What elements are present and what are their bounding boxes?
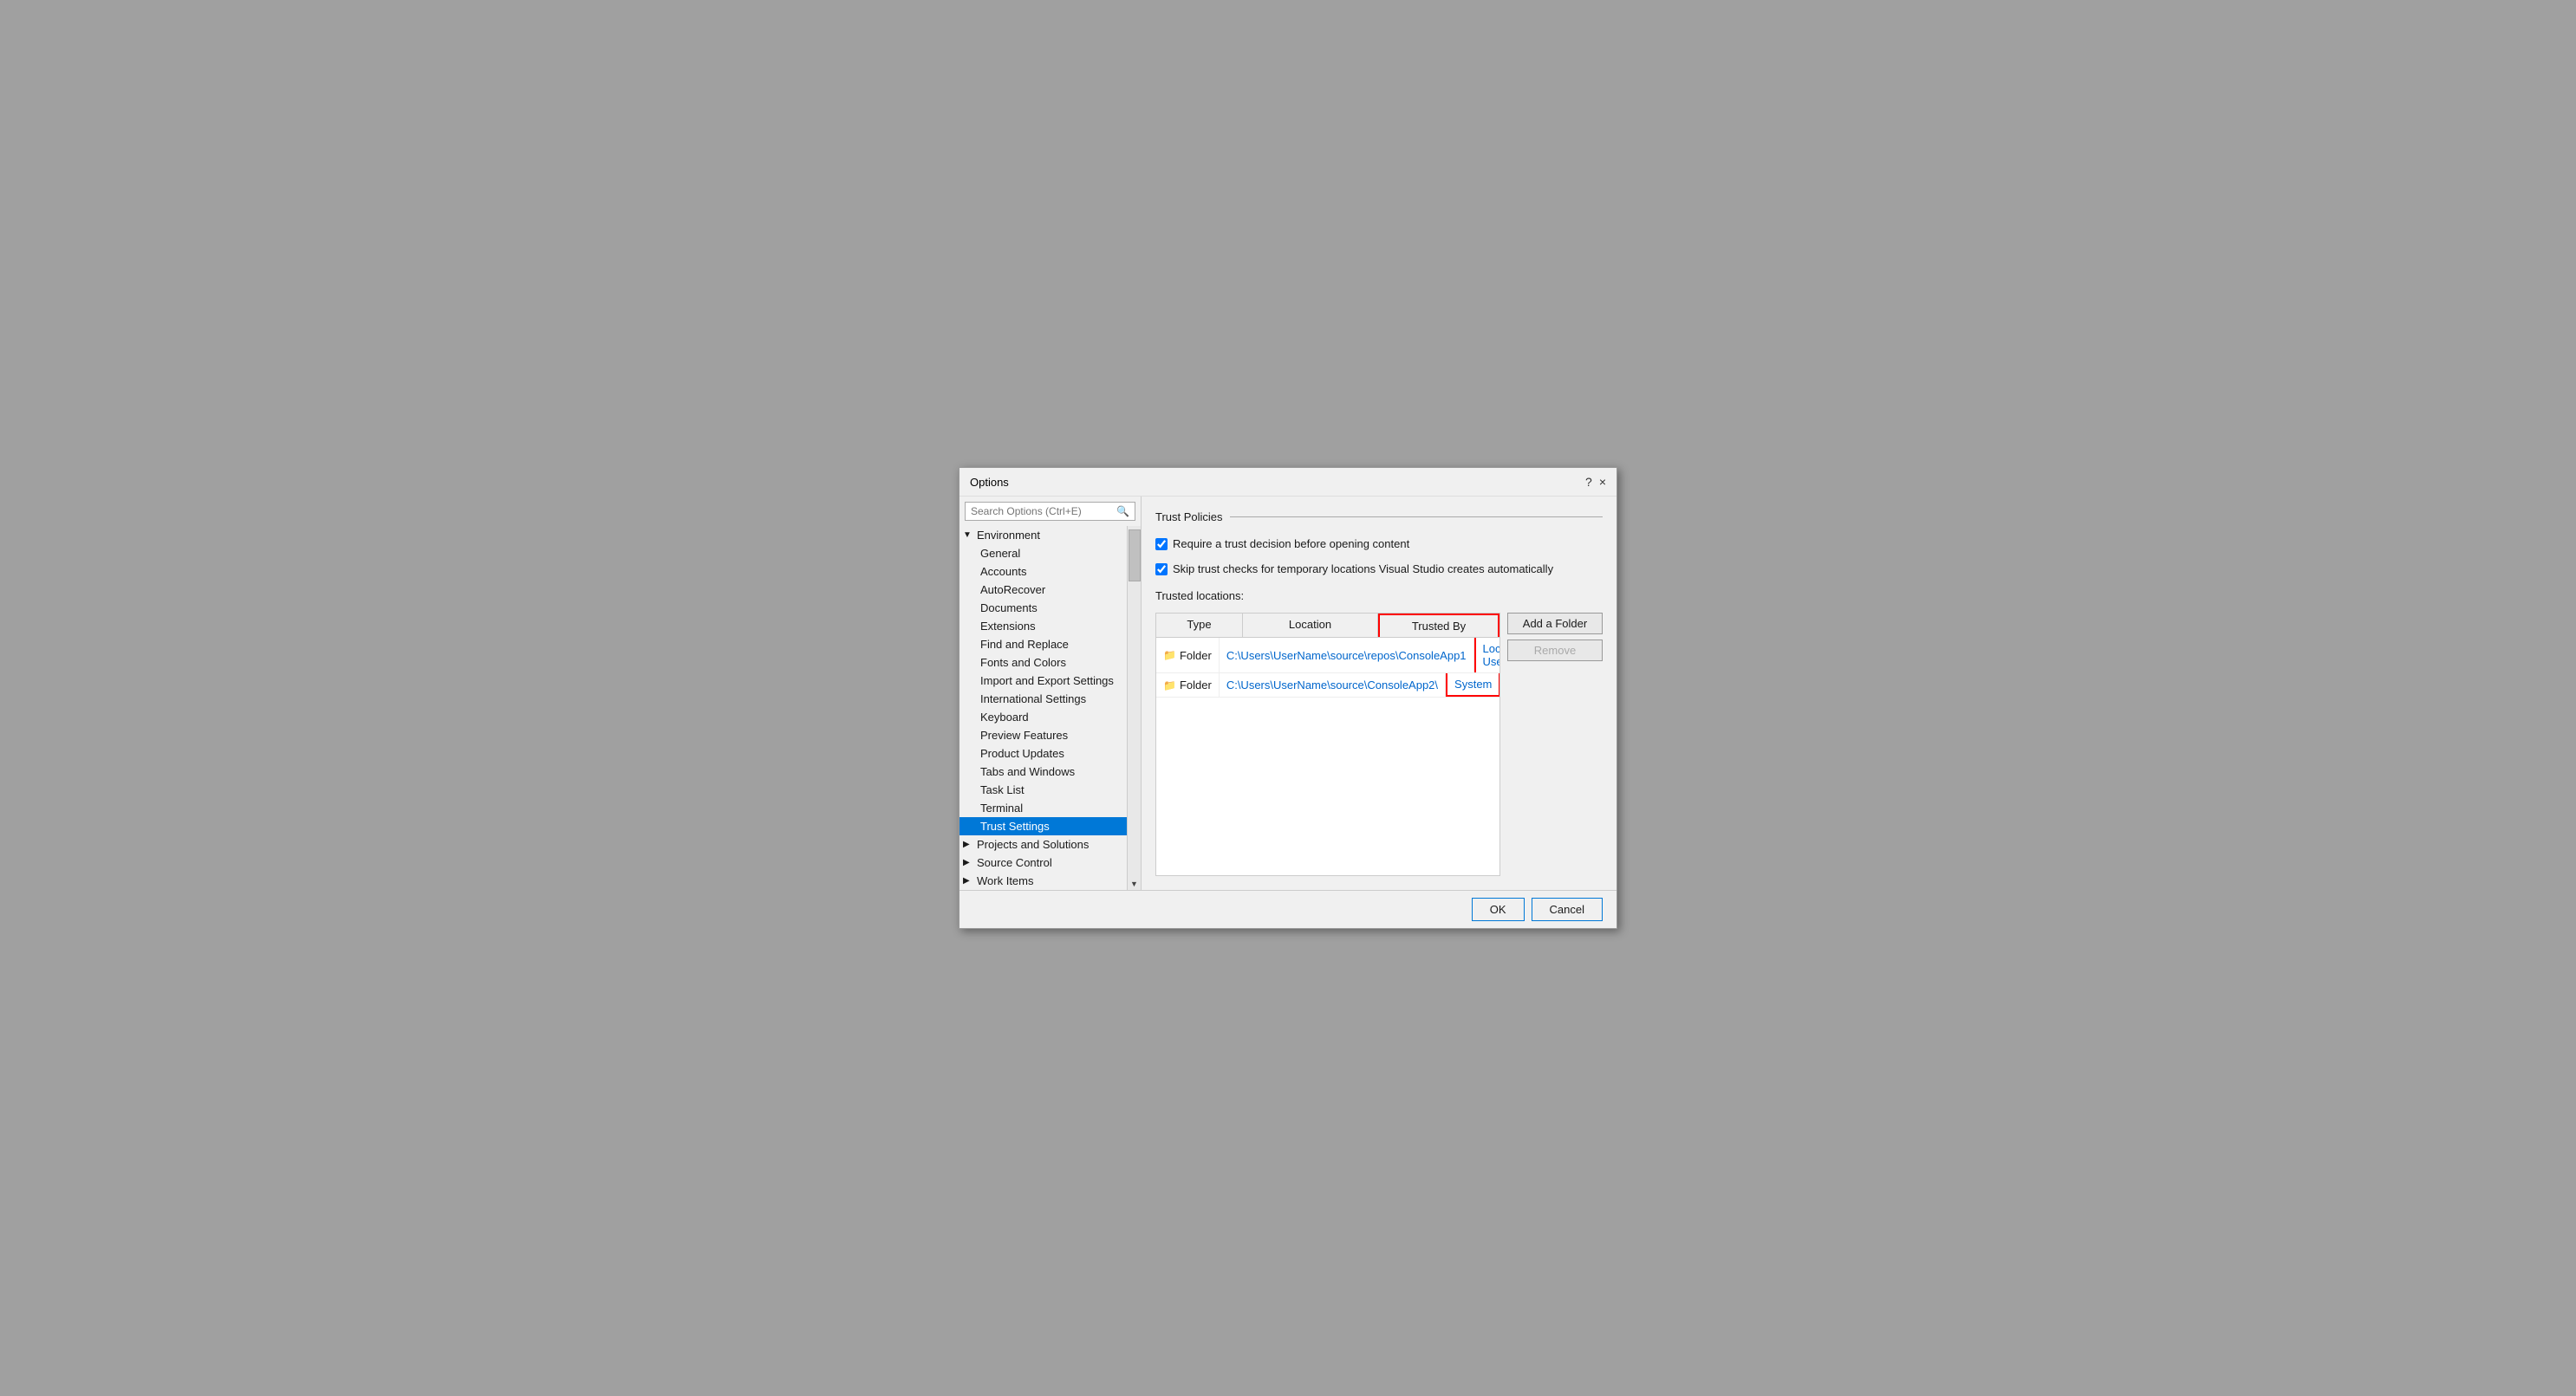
type-column-header: Type (1156, 614, 1243, 637)
title-bar: Options ? × (959, 468, 1617, 497)
sidebar-item-general[interactable]: General (959, 544, 1127, 562)
table-actions: Add a Folder Remove (1507, 613, 1603, 876)
table-body: 📁 Folder C:\Users\UserName\source\repos\… (1156, 638, 1499, 875)
scroll-down-arrow[interactable]: ▼ (1128, 878, 1141, 890)
chevron-down-icon (963, 530, 973, 540)
trusted-by-column-header: Trusted By (1378, 614, 1499, 637)
sidebar-item-work-items[interactable]: Work Items (959, 872, 1127, 890)
type-cell: 📁 Folder (1156, 638, 1220, 672)
skip-trust-label: Skip trust checks for temporary location… (1173, 562, 1553, 575)
chevron-right-icon (963, 876, 973, 886)
folder-icon: 📁 (1163, 679, 1176, 692)
chevron-right-icon (963, 840, 973, 849)
require-trust-label: Require a trust decision before opening … (1173, 537, 1409, 550)
trusted-locations-label: Trusted locations: (1155, 589, 1603, 602)
dialog-body: 🔍 Environment General Accounts AutoRecov… (959, 497, 1617, 890)
sidebar-item-terminal[interactable]: Terminal (959, 799, 1127, 817)
table-row[interactable]: 📁 Folder C:\Users\UserName\source\Consol… (1156, 673, 1499, 698)
checkbox-row-2: Skip trust checks for temporary location… (1155, 562, 1603, 575)
add-folder-button[interactable]: Add a Folder (1507, 613, 1603, 634)
location-cell: C:\Users\UserName\source\repos\ConsoleAp… (1220, 638, 1474, 672)
table-area: Type Location Trusted By 📁 Folder C:\Use (1155, 613, 1603, 876)
sidebar: 🔍 Environment General Accounts AutoRecov… (959, 497, 1142, 890)
sidebar-item-preview[interactable]: Preview Features (959, 726, 1127, 744)
tree: Environment General Accounts AutoRecover… (959, 526, 1127, 890)
sidebar-item-extensions[interactable]: Extensions (959, 617, 1127, 635)
title-controls: ? × (1585, 475, 1606, 489)
sidebar-item-find-replace[interactable]: Find and Replace (959, 635, 1127, 653)
remove-button[interactable]: Remove (1507, 640, 1603, 661)
location-column-header: Location (1243, 614, 1378, 637)
sidebar-item-product-updates[interactable]: Product Updates (959, 744, 1127, 763)
sidebar-item-import-export[interactable]: Import and Export Settings (959, 672, 1127, 690)
sidebar-item-source-control[interactable]: Source Control (959, 854, 1127, 872)
dialog-title: Options (970, 476, 1009, 489)
sidebar-item-task-list[interactable]: Task List (959, 781, 1127, 799)
sidebar-item-tabs-windows[interactable]: Tabs and Windows (959, 763, 1127, 781)
trusted-table: Type Location Trusted By 📁 Folder C:\Use (1155, 613, 1500, 876)
sidebar-scrollbar[interactable]: ▲ ▼ (1127, 526, 1141, 890)
table-row[interactable]: 📁 Folder C:\Users\UserName\source\repos\… (1156, 638, 1499, 673)
cancel-button[interactable]: Cancel (1532, 898, 1603, 921)
trusted-by-cell: Local User (1474, 638, 1499, 672)
dialog-footer: OK Cancel (959, 890, 1617, 928)
sidebar-item-environment[interactable]: Environment (959, 526, 1127, 544)
type-cell: 📁 Folder (1156, 673, 1220, 697)
checkbox-row-1: Require a trust decision before opening … (1155, 537, 1603, 550)
ok-button[interactable]: OK (1472, 898, 1525, 921)
folder-icon: 📁 (1163, 649, 1176, 661)
chevron-right-icon (963, 858, 973, 867)
sidebar-item-keyboard[interactable]: Keyboard (959, 708, 1127, 726)
help-button[interactable]: ? (1585, 475, 1592, 489)
sidebar-item-trust-settings[interactable]: Trust Settings (959, 817, 1127, 835)
sidebar-item-documents[interactable]: Documents (959, 599, 1127, 617)
location-cell: C:\Users\UserName\source\ConsoleApp2\ (1220, 673, 1446, 697)
options-dialog: Options ? × 🔍 Environment (959, 467, 1617, 929)
table-header: Type Location Trusted By (1156, 614, 1499, 638)
sidebar-item-projects[interactable]: Projects and Solutions (959, 835, 1127, 854)
sidebar-scroll-area: Environment General Accounts AutoRecover… (959, 526, 1141, 890)
require-trust-checkbox[interactable] (1155, 538, 1168, 550)
search-icon: 🔍 (1116, 505, 1129, 517)
scroll-thumb[interactable] (1129, 529, 1141, 581)
search-box[interactable]: 🔍 (965, 502, 1135, 521)
sidebar-item-fonts-colors[interactable]: Fonts and Colors (959, 653, 1127, 672)
search-input[interactable] (971, 505, 1116, 517)
sidebar-item-autorecover[interactable]: AutoRecover (959, 581, 1127, 599)
sidebar-item-international[interactable]: International Settings (959, 690, 1127, 708)
trusted-by-cell: System (1446, 673, 1499, 697)
trust-policies-section-title: Trust Policies (1155, 510, 1603, 523)
skip-trust-checkbox[interactable] (1155, 563, 1168, 575)
sidebar-item-accounts[interactable]: Accounts (959, 562, 1127, 581)
main-content: Trust Policies Require a trust decision … (1142, 497, 1617, 890)
close-button[interactable]: × (1599, 475, 1606, 489)
